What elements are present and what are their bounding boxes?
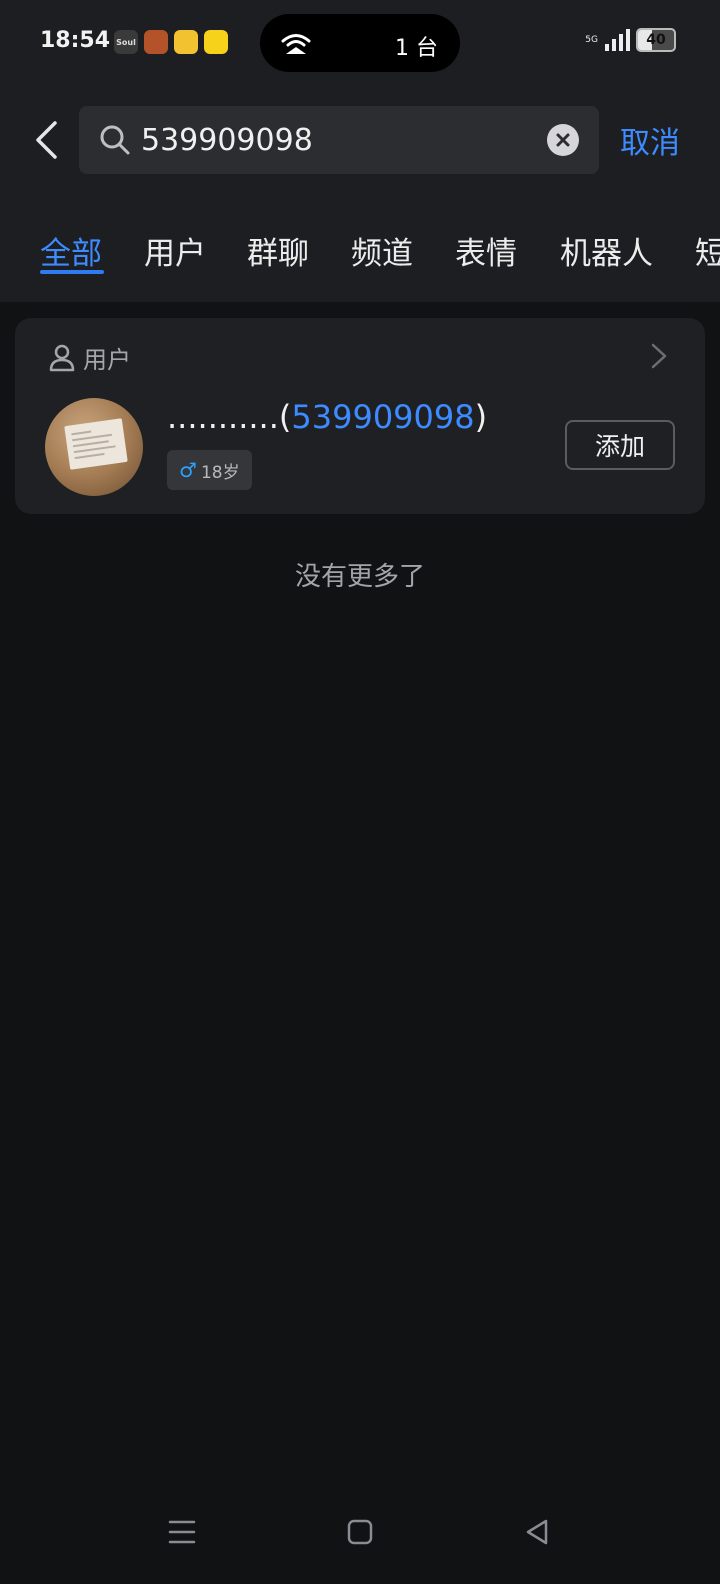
result-tabs: 全部 用户 群聊 频道 表情 机器人 短 (0, 208, 720, 288)
user-icon (49, 344, 75, 371)
active-tab-indicator (40, 270, 104, 274)
age-label: 18岁 (200, 462, 240, 483)
add-friend-button[interactable]: 添加 (565, 420, 675, 470)
game-app-icon (144, 30, 168, 54)
tab-channels[interactable]: 频道 (351, 228, 413, 273)
no-more-results: 没有更多了 (294, 562, 425, 592)
system-nav-bar (0, 1500, 720, 1580)
island-count: 1 台 (395, 36, 438, 61)
male-icon: ♂ (179, 458, 197, 482)
tab-more[interactable]: 短 (695, 228, 720, 273)
avatar-image (64, 418, 128, 470)
signal-icon (605, 29, 630, 51)
tab-users[interactable]: 用户 (144, 228, 206, 273)
search-input[interactable] (141, 118, 531, 162)
user-name[interactable]: ...........(539909098) (167, 398, 487, 436)
tab-bots[interactable]: 机器人 (560, 228, 653, 273)
tab-all[interactable]: 全部 (40, 228, 102, 273)
tab-group-chats[interactable]: 群聊 (247, 228, 309, 273)
notes-app-icon (174, 30, 198, 54)
search-icon (100, 125, 130, 155)
chevron-right-icon[interactable] (649, 342, 669, 370)
user-result-card: 用户 ...........(539909098) ♂ 18岁 添加 (15, 318, 705, 514)
soul-app-icon: Soul (114, 30, 138, 54)
battery-level: 40 (646, 32, 666, 48)
dynamic-island[interactable]: 1 台 (260, 14, 460, 72)
cancel-button[interactable]: 取消 (620, 118, 680, 162)
search-header: 取消 全部 用户 群聊 频道 表情 机器人 短 (0, 88, 720, 302)
section-label: 用户 (83, 346, 131, 374)
home-square-icon (347, 1519, 373, 1545)
user-nickname: ........... (167, 398, 279, 436)
tab-stickers[interactable]: 表情 (455, 228, 517, 273)
status-bar: 18:54 Soul 1 台 5G 40 (0, 0, 720, 88)
section-header[interactable]: 用户 (49, 340, 131, 375)
menu-button[interactable] (162, 1512, 202, 1552)
avatar[interactable] (45, 398, 143, 496)
back-button[interactable] (30, 118, 62, 162)
search-box[interactable] (79, 106, 599, 174)
gender-age-badge: ♂ 18岁 (167, 450, 252, 490)
back-triangle-icon (526, 1519, 548, 1545)
notification-app-icons: Soul (114, 30, 228, 54)
clear-search-button[interactable] (547, 124, 579, 156)
user-id: 539909098 (291, 398, 475, 436)
home-button[interactable] (340, 1512, 380, 1552)
status-time: 18:54 (40, 28, 111, 53)
back-nav-button[interactable] (518, 1512, 558, 1552)
hotspot-icon (281, 34, 311, 54)
chevron-left-icon (36, 121, 57, 159)
close-icon (556, 133, 570, 147)
battery-icon: 40 (636, 28, 676, 52)
network-type: 5G (585, 35, 598, 45)
menu-icon (168, 1520, 196, 1544)
news-app-icon (204, 30, 228, 54)
status-right: 5G 40 (585, 28, 676, 52)
